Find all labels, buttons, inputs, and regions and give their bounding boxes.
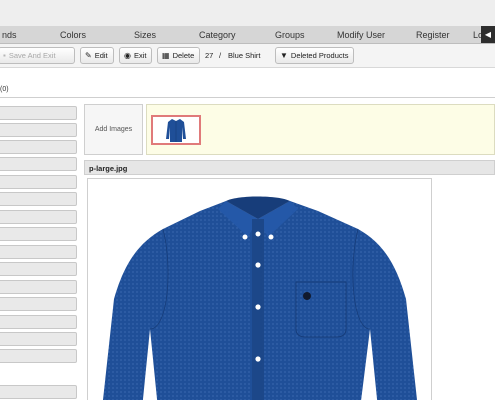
record-separator: / bbox=[219, 51, 222, 60]
delete-label: Delete bbox=[172, 51, 195, 60]
divider bbox=[0, 97, 495, 98]
exit-label: Exit bbox=[133, 51, 147, 60]
field-row[interactable] bbox=[0, 123, 77, 137]
field-row[interactable] bbox=[0, 106, 77, 120]
image-filename-header: p-large.jpg bbox=[84, 160, 495, 175]
exit-button[interactable]: ◉ Exit bbox=[119, 47, 152, 64]
exit-icon: ◉ bbox=[124, 50, 131, 60]
top-strip bbox=[0, 0, 495, 26]
trash-icon: ▦ bbox=[162, 50, 170, 60]
field-row[interactable] bbox=[0, 245, 77, 259]
filter-icon: ▼ bbox=[280, 50, 288, 60]
field-row[interactable] bbox=[0, 157, 77, 171]
field-row[interactable] bbox=[0, 140, 77, 154]
add-images-label: Add Images bbox=[94, 126, 133, 133]
field-row[interactable] bbox=[0, 385, 77, 399]
field-row[interactable] bbox=[0, 332, 77, 346]
nav-item-category[interactable]: Category bbox=[199, 30, 236, 40]
product-image-frame bbox=[87, 178, 432, 400]
record-name: Blue Shirt bbox=[228, 51, 261, 60]
shirt-image bbox=[102, 196, 418, 400]
edit-icon: ✎ bbox=[85, 50, 92, 60]
disk-icon: ▪ bbox=[3, 50, 6, 60]
field-row[interactable] bbox=[0, 262, 77, 276]
image-thumbnail[interactable] bbox=[151, 115, 201, 145]
field-row[interactable] bbox=[0, 297, 77, 311]
edit-button[interactable]: ✎ Edit bbox=[80, 47, 114, 64]
field-row[interactable] bbox=[0, 227, 77, 241]
record-count: (0) bbox=[0, 86, 9, 93]
toolbar: ▪ Save And Exit ✎ Edit ◉ Exit ▦ Delete 2… bbox=[0, 44, 495, 68]
save-and-exit-button[interactable]: ▪ Save And Exit bbox=[0, 47, 75, 64]
field-row[interactable] bbox=[0, 210, 77, 224]
back-arrow-icon[interactable]: ◀ bbox=[481, 26, 495, 43]
nav-item-modify-user[interactable]: Modify User bbox=[337, 30, 385, 40]
edit-label: Edit bbox=[94, 51, 108, 60]
field-row[interactable] bbox=[0, 315, 77, 329]
deleted-products-label: Deleted Products bbox=[290, 51, 349, 60]
deleted-products-button[interactable]: ▼ Deleted Products bbox=[275, 47, 354, 64]
nav-item-colors[interactable]: Colors bbox=[60, 30, 86, 40]
image-thumbnail-strip bbox=[146, 104, 495, 155]
delete-button[interactable]: ▦ Delete bbox=[157, 47, 200, 64]
add-images-button[interactable]: Add Images bbox=[84, 104, 143, 155]
save-and-exit-label: Save And Exit bbox=[8, 51, 56, 60]
field-row[interactable] bbox=[0, 175, 77, 189]
nav-item-groups[interactable]: Groups bbox=[275, 30, 305, 40]
field-row[interactable] bbox=[0, 280, 77, 294]
main-nav: nds Colors Sizes Category Groups Modify … bbox=[0, 26, 495, 44]
shirt-thumbnail bbox=[166, 119, 186, 142]
field-row[interactable] bbox=[0, 349, 77, 363]
nav-item-brands[interactable]: nds bbox=[2, 30, 17, 40]
nav-item-sizes[interactable]: Sizes bbox=[134, 30, 156, 40]
nav-item-register[interactable]: Register bbox=[416, 30, 450, 40]
record-id: 27 bbox=[205, 51, 214, 60]
field-row[interactable] bbox=[0, 192, 77, 206]
